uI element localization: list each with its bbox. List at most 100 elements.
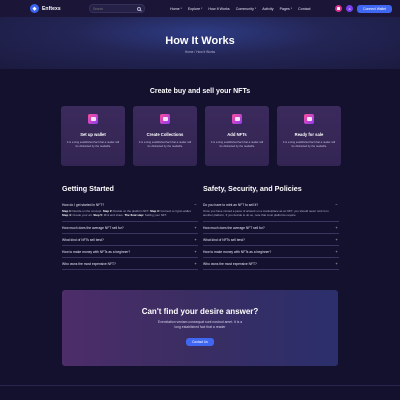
nav-pages[interactable]: Pages ▾ <box>280 7 293 11</box>
contact-us-button[interactable]: Contact Us <box>186 337 214 346</box>
nav-community-label: Community <box>235 6 254 11</box>
footer-divider <box>0 385 400 386</box>
faq-question[interactable]: What kind of NFTs sell best? + <box>203 236 339 243</box>
nav-how-it-works-label: How It Works <box>208 6 230 11</box>
search-input[interactable] <box>93 6 137 11</box>
faq-item: What kind of NFTs sell best? + <box>62 234 198 247</box>
faq-question[interactable]: How do I get started in NFT? − <box>62 201 198 208</box>
nav-home[interactable]: Home ▾ <box>170 7 182 11</box>
faq-question[interactable]: Who owns the most expensive NFT? + <box>203 260 339 267</box>
plus-icon[interactable]: + <box>193 237 198 242</box>
wallet-icon <box>88 114 98 124</box>
safety-faq: Do you have to mint an NFT to sell it? − … <box>203 199 339 271</box>
card-text: It is a long established fact that a rea… <box>66 141 120 148</box>
card-title: Ready for sale <box>294 132 324 137</box>
minus-icon[interactable]: − <box>334 202 339 207</box>
faq-question-text: Who owns the most expensive NFT? <box>203 261 257 266</box>
card-text: It is a long established fact that a rea… <box>210 141 264 148</box>
faq-question-text: Who owns the most expensive NFT? <box>62 261 116 266</box>
chevron-down-icon: ▾ <box>201 7 203 10</box>
steps-cards: Set up wallet It is a long established f… <box>61 106 341 166</box>
plus-icon[interactable]: + <box>193 225 198 230</box>
step-card-sale: Ready for sale It is a long established … <box>277 106 341 166</box>
card-title: Add NFTs <box>227 132 247 137</box>
nav-explore[interactable]: Explore ▾ <box>188 7 203 11</box>
plus-icon[interactable]: + <box>334 225 339 230</box>
image-icon <box>232 114 242 124</box>
breadcrumb-current: How It Works <box>196 50 216 54</box>
faq-item: How to make money with NFTs as a beginne… <box>203 246 339 259</box>
faq-question-text: How to make money with NFTs as a beginne… <box>203 249 272 254</box>
faq-item: Do you have to mint an NFT to sell it? − … <box>203 199 339 223</box>
safety-title: Safety, Security, and Policies <box>203 184 302 193</box>
faq-item: How do I get started in NFT? − Step 1: De… <box>62 199 198 223</box>
site-logo[interactable]: ◆ Enftexs <box>30 4 85 13</box>
nav-contact-label: Contact <box>298 6 311 11</box>
create-section-title: Create buy and sell your NFTs <box>149 88 251 95</box>
faq-item: Who owns the most expensive NFT? + <box>203 258 339 271</box>
faq-item: How much does the average NFT sell for? + <box>62 222 198 235</box>
step-card-add-nfts: Add NFTs It is a long established fact t… <box>205 106 269 166</box>
faq-question[interactable]: How to make money with NFTs as a beginne… <box>203 248 339 255</box>
notification-bell-icon[interactable] <box>335 5 343 12</box>
faq-item: How much does the average NFT sell for? + <box>203 222 339 235</box>
minus-icon[interactable]: − <box>193 202 198 207</box>
breadcrumb-home[interactable]: Home <box>185 50 194 54</box>
nav-pages-label: Pages <box>279 6 290 11</box>
nav-activity[interactable]: Activity <box>262 7 273 11</box>
getting-started-title: Getting Started <box>62 184 114 193</box>
plus-icon[interactable]: + <box>334 237 339 242</box>
answer-step-label: Step 5: <box>93 213 103 218</box>
nav-explore-label: Explore <box>187 6 201 11</box>
faq-question-text: How to make money with NFTs as a beginne… <box>62 249 131 254</box>
answer-step-text: Create your art. <box>71 213 94 218</box>
card-text: It is a long established fact that a rea… <box>138 141 192 148</box>
faq-question-text: What kind of NFTs sell best? <box>203 237 245 242</box>
plus-icon[interactable]: + <box>193 261 198 266</box>
faq-question-text: How much does the average NFT sell for? <box>203 225 265 230</box>
nav-how-it-works[interactable]: How It Works <box>208 7 229 11</box>
faq-question[interactable]: Who owns the most expensive NFT? + <box>62 260 198 267</box>
faq-question[interactable]: How to make money with NFTs as a beginne… <box>62 248 198 255</box>
nav-home-label: Home <box>170 6 180 11</box>
faq-item: What kind of NFTs sell best? + <box>203 234 339 247</box>
card-title: Set up wallet <box>80 132 106 137</box>
card-title: Create Collections <box>146 132 184 137</box>
connect-wallet-button[interactable]: Connect Wallet <box>357 4 392 13</box>
answer-step-label: The final step: <box>124 213 145 218</box>
faq-question[interactable]: How much does the average NFT sell for? + <box>203 224 339 231</box>
step-card-collections: Create Collections It is a long establis… <box>133 106 197 166</box>
answer-step-text: Selling your NFT. <box>144 213 167 218</box>
page-hero: How It Works Home/How It Works <box>0 17 400 69</box>
cta-text: Exercitation veniam consequat sunt nostr… <box>157 320 243 329</box>
getting-started-faq: How do I get started in NFT? − Step 1: De… <box>62 199 198 271</box>
tag-icon <box>304 114 314 124</box>
faq-question-text: What kind of NFTs sell best? <box>62 237 104 242</box>
answer-step-text: Mint and share. <box>102 213 125 218</box>
faq-question[interactable]: How much does the average NFT sell for? + <box>62 224 198 231</box>
logo-text: Enftexs <box>42 5 61 12</box>
faq-question[interactable]: What kind of NFTs sell best? + <box>62 236 198 243</box>
breadcrumb: Home/How It Works <box>0 50 400 54</box>
avatar[interactable]: A <box>346 5 354 12</box>
faq-question[interactable]: Do you have to mint an NFT to sell it? − <box>203 201 339 208</box>
faq-answer: Once you have minted a piece of artwork … <box>203 209 329 218</box>
plus-icon[interactable]: + <box>334 261 339 266</box>
header-actions: A Connect Wallet <box>335 4 392 13</box>
main-nav: Home ▾ Explore ▾ How It Works Community ▾ A… <box>170 7 311 11</box>
plus-icon[interactable]: + <box>193 249 198 254</box>
faq-question-text: Do you have to mint an NFT to sell it? <box>203 202 259 207</box>
faq-item: Who owns the most expensive NFT? + <box>62 258 198 271</box>
nav-community[interactable]: Community ▾ <box>236 7 257 11</box>
collection-icon <box>160 114 170 124</box>
search-icon[interactable] <box>137 6 141 11</box>
nav-contact[interactable]: Contact <box>298 7 310 11</box>
chevron-down-icon: ▾ <box>180 7 182 10</box>
faq-item: How to make money with NFTs as a beginne… <box>62 246 198 259</box>
step-card-wallet: Set up wallet It is a long established f… <box>61 106 125 166</box>
page-title: How It Works <box>165 35 235 47</box>
chevron-down-icon: ▾ <box>254 7 257 10</box>
plus-icon[interactable]: + <box>334 249 339 254</box>
answer-step-label: Step 4: <box>62 213 72 218</box>
card-text: It is a long established fact that a rea… <box>282 141 336 148</box>
